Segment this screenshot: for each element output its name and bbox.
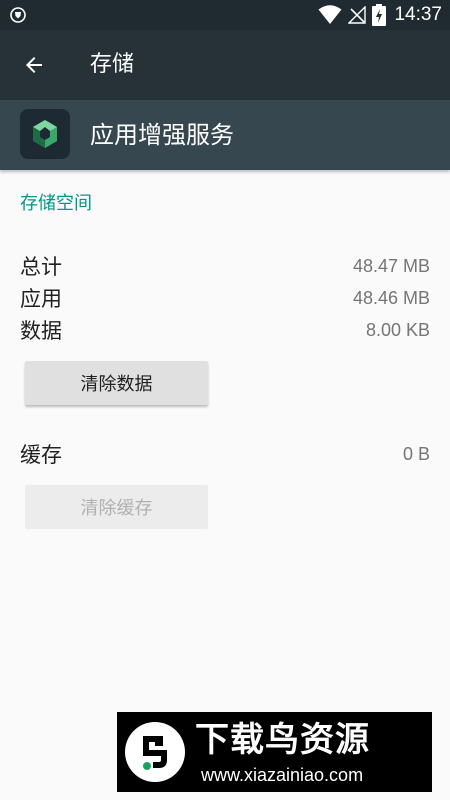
- row-value: 48.46 MB: [352, 287, 430, 308]
- app-cube-icon: [20, 109, 70, 159]
- row-value: 8.00 KB: [365, 319, 430, 340]
- status-time: 14:37: [394, 4, 442, 25]
- bird-logo-icon: [125, 722, 185, 782]
- app-header: 应用增强服务: [0, 100, 450, 170]
- row-label: 总计: [20, 255, 62, 279]
- clear-cache-button: 清除缓存: [25, 485, 208, 529]
- status-right-group: 14:37: [318, 0, 442, 30]
- cache-row: 缓存 0 B: [20, 439, 430, 469]
- watermark-url: www.xiazainiao.com: [201, 765, 364, 785]
- watermark-title: 下载鸟资源: [195, 720, 370, 760]
- wifi-icon: [318, 5, 342, 24]
- storage-row-total: 总计 48.47 MB: [20, 251, 430, 281]
- toolbar: 存储: [0, 30, 450, 100]
- page-title: 存储: [90, 52, 135, 77]
- cache-label: 缓存: [20, 443, 62, 467]
- row-label: 数据: [20, 319, 62, 343]
- row-label: 应用: [20, 287, 62, 311]
- vpn-shield-icon: [10, 7, 26, 23]
- storage-row-app: 应用 48.46 MB: [20, 283, 430, 313]
- watermark-banner: 下载鸟资源 www.xiazainiao.com: [117, 712, 432, 792]
- storage-row-data: 数据 8.00 KB: [20, 315, 430, 345]
- status-bar: 14:37: [0, 0, 450, 30]
- cache-value: 0 B: [402, 443, 430, 464]
- row-value: 48.47 MB: [352, 255, 430, 276]
- clear-data-button[interactable]: 清除数据: [25, 361, 208, 405]
- storage-section-title: 存储空间: [20, 193, 92, 214]
- no-signal-icon: [348, 6, 367, 24]
- arrow-back-icon[interactable]: [22, 53, 46, 77]
- battery-charging-icon: [372, 4, 387, 26]
- app-name: 应用增强服务: [90, 121, 234, 149]
